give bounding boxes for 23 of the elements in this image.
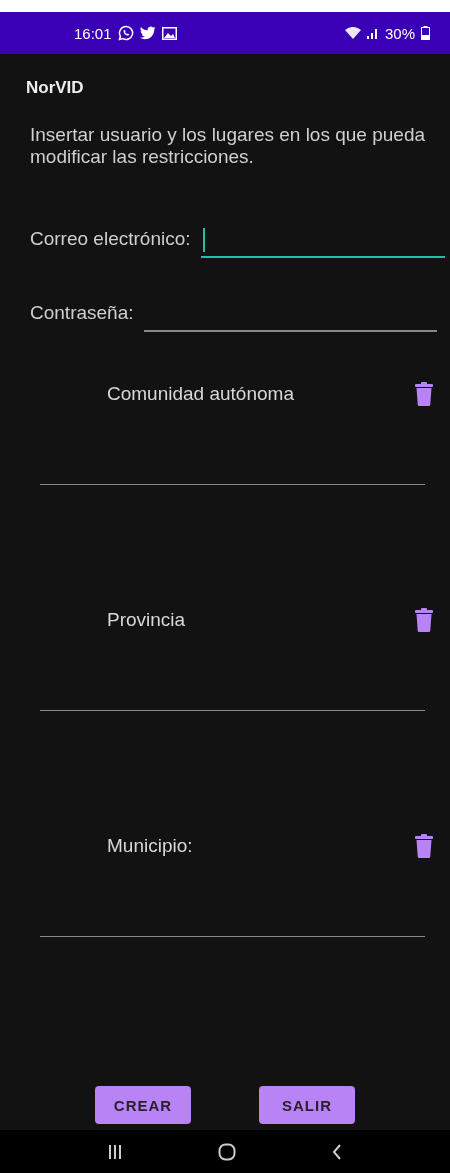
image-icon bbox=[161, 26, 177, 40]
action-button[interactable]: SALIR bbox=[259, 1086, 355, 1124]
trash-icon[interactable] bbox=[415, 608, 433, 632]
action-button[interactable]: CREAR bbox=[95, 1086, 191, 1124]
clock: 16:01 bbox=[74, 24, 112, 42]
place-label: Municipio: bbox=[107, 835, 194, 857]
bird-icon bbox=[139, 26, 156, 40]
trash-icon[interactable] bbox=[415, 834, 433, 858]
chat-icon bbox=[117, 25, 134, 41]
place-label: Provincia bbox=[107, 609, 187, 631]
back-icon[interactable] bbox=[332, 1143, 342, 1160]
wifi-icon bbox=[344, 26, 361, 40]
home-icon[interactable] bbox=[218, 1142, 236, 1161]
app-title: NorVID bbox=[25, 77, 84, 98]
field-label: Correo electrónico: bbox=[30, 228, 191, 251]
trash-icon[interactable] bbox=[415, 382, 433, 406]
place-label: Comunidad autónoma bbox=[107, 383, 295, 405]
instructions-text: Insertar usuario y los lugares en los que pueda modificar las restricciones. bbox=[29, 124, 427, 168]
signal-icon bbox=[366, 27, 379, 39]
battery-level: 30% bbox=[384, 24, 415, 42]
battery-icon bbox=[421, 26, 430, 40]
field-label: Contraseña: bbox=[30, 302, 134, 325]
recent-apps-icon[interactable] bbox=[108, 1143, 122, 1160]
